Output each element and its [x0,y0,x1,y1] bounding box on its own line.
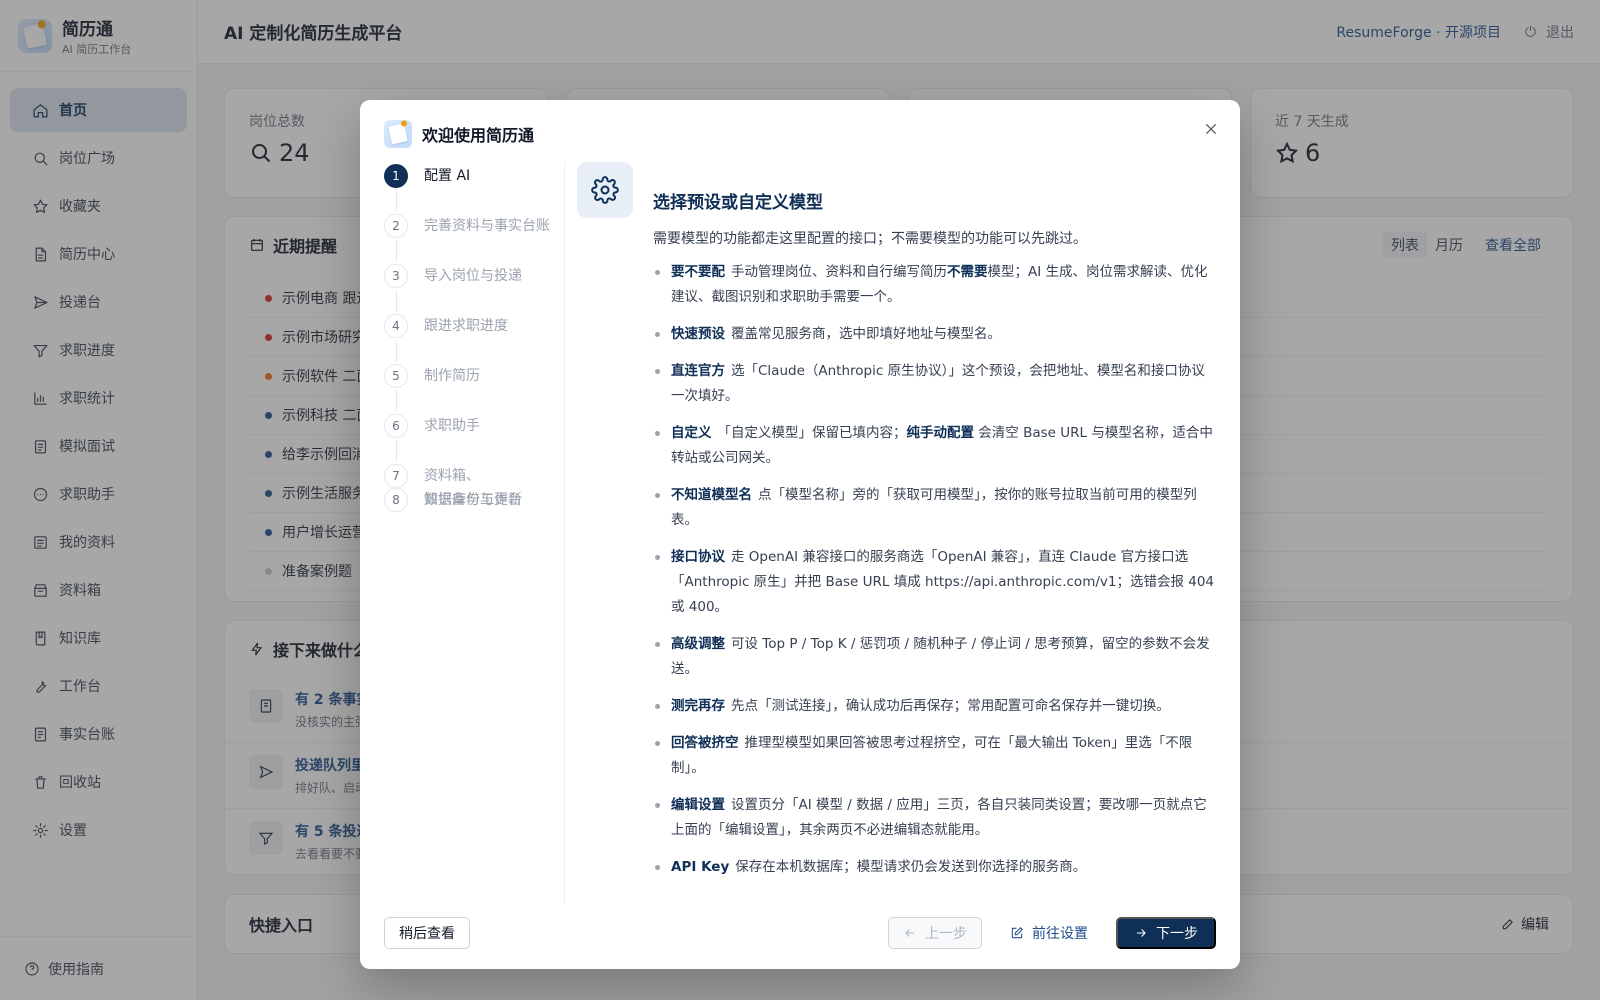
step-content: 选择预设或自定义模型 需要模型的功能都走这里配置的接口；不需要模型的功能可以先跳… [577,162,1218,897]
step-number: 5 [384,364,408,388]
tip-item: 接口协议走 OpenAI 兼容接口的服务商选「OpenAI 兼容」，直连 Cla… [653,545,1218,620]
step-connector [395,190,397,212]
content-title: 选择预设或自定义模型 [653,193,823,213]
tip-item: 回答被挤空 推理型模型如果回答被思考过程挤空，可在「最大输出 Token」里选「不… [653,731,1218,781]
step-label: 跟进求职进度 [424,318,508,334]
step-number: 8 [384,488,408,512]
step-number: 6 [384,414,408,438]
step-4-track-progress[interactable]: 4 跟进求职进度 [384,314,562,364]
step-8-backup[interactable]: 8 数据备份与更新 [384,488,562,538]
content-intro: 需要模型的功能都走这里配置的接口；不需要模型的功能可以先跳过。 [653,231,1087,247]
tip-text: 设置页分「AI 模型 / 数据 / 应用」三页，各自只装同类设置；要改哪一页就点… [671,797,1207,838]
step-connector [395,340,397,362]
tip-item: 不知道模型名 点「模型名称」旁的「获取可用模型」，按你的账号拉取当前可用的模型列表… [653,483,1218,533]
go-to-settings-label: 前往设置 [1032,926,1088,942]
step-number: 2 [384,214,408,238]
gear-icon [591,176,619,204]
step-3-import-jobs[interactable]: 3 导入岗位与投递 [384,264,562,314]
tip-item: 高级调整 可设 Top P / Top K / 惩罚项 / 随机种子 / 停止词 … [653,632,1218,682]
tips-list: 要不要配 手动管理岗位、资料和自行编写简历不需要模型；AI 生成、岗位需求解读、优… [653,260,1218,892]
tip-key: 不知道模型名 [671,487,752,503]
tip-key: 测完再存 [671,698,725,714]
step-illustration [577,162,633,218]
tip-text: 可设 Top P / Top K / 惩罚项 / 随机种子 / 停止词 / 思考… [671,636,1210,677]
tip-text: 保存在本机数据库；模型请求仍会发送到你选择的服务商。 [735,859,1087,875]
step-connector [395,290,397,312]
tip-item: 自定义 「自定义模型」保留已填内容；纯手动配置 会清空 Base URL 与模型名… [653,421,1218,471]
tip-key: 接口协议 [671,549,725,565]
dialog-footer: 稍后查看 上一步 前往设置 下一步 [384,917,1216,949]
tip-key: 快速预设 [671,326,725,342]
step-label: 配置 AI [424,168,471,184]
step-number: 7 [384,464,408,488]
tip-item: 要不要配 手动管理岗位、资料和自行编写简历不需要模型；AI 生成、岗位需求解读、优… [653,260,1218,310]
close-icon [1205,123,1217,135]
step-6-assistant[interactable]: 6 求职助手 [384,414,562,464]
arrow-right-icon [1136,929,1146,937]
step-number: 1 [384,164,408,188]
dialog-divider [564,162,565,904]
view-later-button[interactable]: 稍后查看 [384,917,470,949]
step-label: 求职助手 [424,418,480,434]
welcome-dialog: 欢迎使用简历通 1 配置 AI 2 完善资料与事实台账 3 导入岗位与投递 4 … [360,100,1240,969]
tip-key: API Key [671,859,730,875]
tip-key: 直连官方 [671,363,725,379]
previous-step-label: 上一步 [925,926,967,942]
step-connector [395,440,397,462]
tip-key: 高级调整 [671,636,725,652]
step-number: 3 [384,264,408,288]
next-step-label: 下一步 [1156,926,1198,942]
step-connector [395,390,397,412]
arrow-left-icon [905,929,915,937]
step-5-make-resume[interactable]: 5 制作简历 [384,364,562,414]
step-number: 4 [384,314,408,338]
step-connector [395,240,397,262]
go-to-settings-button[interactable]: 前往设置 [996,917,1102,949]
step-1-configure-ai[interactable]: 1 配置 AI [384,164,562,214]
previous-step-button[interactable]: 上一步 [888,917,982,949]
tip-item: API Key 保存在本机数据库；模型请求仍会发送到你选择的服务商。 [653,855,1218,880]
tip-item: 直连官方 选「Claude（Anthropic 原生协议）」这个预设，会把地址、模… [653,359,1218,409]
tip-text: 覆盖常见服务商，选中即填好地址与模型名。 [731,326,1001,342]
edit-icon [1011,927,1023,939]
dialog-title: 欢迎使用简历通 [422,126,535,145]
step-label: 完善资料与事实台账 [424,218,550,234]
tip-item: 编辑设置 设置页分「AI 模型 / 数据 / 应用」三页，各自只装同类设置；要改哪… [653,793,1218,843]
brand-logo-icon [384,120,412,148]
tip-text: 推理型模型如果回答被思考过程挤空，可在「最大输出 Token」里选「不限制」。 [671,735,1193,776]
step-label: 导入岗位与投递 [424,268,522,284]
tip-key: 编辑设置 [671,797,725,813]
next-step-button[interactable]: 下一步 [1116,917,1216,949]
tip-key: 要不要配 [671,264,725,280]
tip-text: 先点「测试连接」，确认成功后再保存；常用配置可命名保存并一键切换。 [731,698,1170,714]
tip-item: 测完再存 先点「测试连接」，确认成功后再保存；常用配置可命名保存并一键切换。 [653,694,1218,719]
tip-text: 走 OpenAI 兼容接口的服务商选「OpenAI 兼容」，直连 Claude … [671,549,1215,615]
close-button[interactable] [1200,118,1222,140]
tip-text: 手动管理岗位、资料和自行编写简历不需要模型；AI 生成、岗位需求解读、优化建议、… [671,264,1208,305]
tip-text: 选「Claude（Anthropic 原生协议）」这个预设，会把地址、模型名和接… [671,363,1205,404]
step-label: 数据备份与更新 [424,492,522,508]
tip-key: 自定义 [671,425,712,441]
step-label: 制作简历 [424,368,480,384]
tip-item: 快速预设 覆盖常见服务商，选中即填好地址与模型名。 [653,322,1218,347]
step-label-line: 资料箱、 [424,468,480,484]
tip-key: 回答被挤空 [671,735,739,751]
wizard-steps: 1 配置 AI 2 完善资料与事实台账 3 导入岗位与投递 4 跟进求职进度 5… [384,164,562,538]
step-2-profile[interactable]: 2 完善资料与事实台账 [384,214,562,264]
tip-text: 「自定义模型」保留已填内容；纯手动配置 会清空 Base URL 与模型名称，适… [671,425,1213,466]
